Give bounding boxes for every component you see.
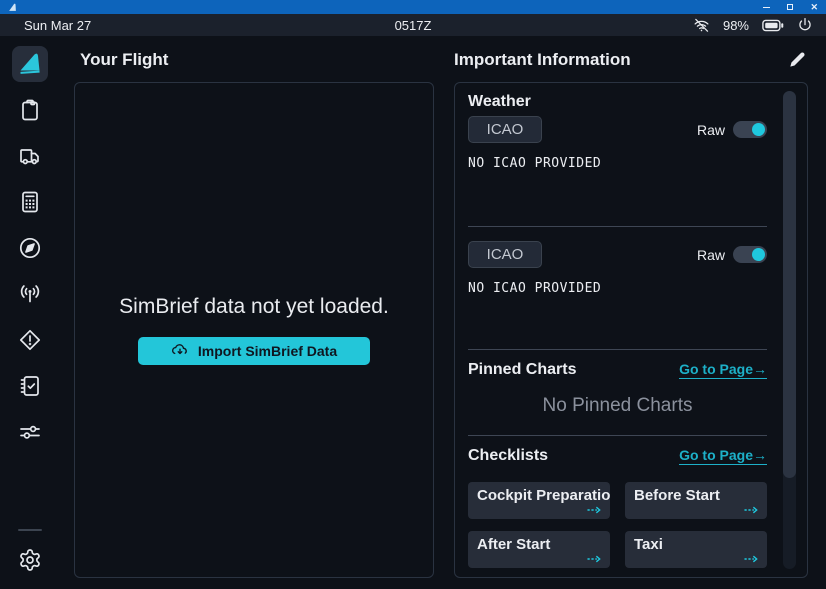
sidebar-item-ground[interactable] xyxy=(17,143,43,169)
separator xyxy=(468,226,767,227)
no-pinned-charts-message: No Pinned Charts xyxy=(468,395,767,417)
checklist-card-label: Before Start xyxy=(634,487,720,504)
power-icon[interactable] xyxy=(797,17,813,33)
cloud-download-icon xyxy=(171,342,189,360)
sidebar-item-performance[interactable] xyxy=(17,189,43,215)
sidebar-item-atc[interactable] xyxy=(17,281,43,307)
important-info-title: Important Information xyxy=(454,50,631,70)
checklist-card-label: Taxi xyxy=(634,536,663,553)
sliders-icon xyxy=(18,420,42,444)
raw-label-2: Raw xyxy=(697,247,725,263)
toggle-knob xyxy=(752,248,765,261)
pinned-charts-title: Pinned Charts xyxy=(468,361,576,379)
edit-pencil-icon[interactable] xyxy=(788,51,806,69)
checklists-goto-link[interactable]: Go to Page→ xyxy=(679,447,767,465)
separator xyxy=(468,435,767,436)
import-simbrief-label: Import SimBrief Data xyxy=(198,343,337,359)
battery-icon xyxy=(762,19,784,32)
separator xyxy=(468,349,767,350)
sidebar-item-checklists[interactable] xyxy=(17,373,43,399)
window-title-bar: ✕ xyxy=(0,0,826,14)
sidebar-item-navigation[interactable] xyxy=(17,235,43,261)
raw-toggle-2[interactable] xyxy=(733,246,767,263)
antenna-icon xyxy=(18,282,42,306)
close-button[interactable]: ✕ xyxy=(810,3,818,12)
pinned-charts-goto-link[interactable]: Go to Page→ xyxy=(679,361,767,379)
panel-scrollbar-thumb[interactable] xyxy=(783,91,796,478)
checklists-title: Checklists xyxy=(468,447,548,465)
battery-percentage: 98% xyxy=(723,18,749,33)
checklist-card-cockpit-preparation[interactable]: Cockpit Preparation xyxy=(468,482,610,519)
status-bar: Sun Mar 27 0517Z 98% xyxy=(0,14,826,36)
sidebar-item-dispatch[interactable] xyxy=(17,97,43,123)
sidebar-item-dashboard[interactable] xyxy=(12,46,48,82)
toggle-knob xyxy=(752,123,765,136)
maximize-button[interactable] xyxy=(787,4,793,10)
sidebar-nav xyxy=(0,36,60,589)
simbrief-empty-message: SimBrief data not yet loaded. xyxy=(119,295,389,319)
dashed-arrow-icon xyxy=(587,506,602,514)
clipboard-icon xyxy=(18,98,42,122)
checklist-card-taxi[interactable]: Taxi xyxy=(625,531,767,568)
wifi-off-icon xyxy=(693,17,710,34)
metar-message-2: NO ICAO PROVIDED xyxy=(468,281,767,296)
sidebar-divider xyxy=(18,529,42,531)
raw-toggle-1[interactable] xyxy=(733,121,767,138)
checklist-card-before-start[interactable]: Before Start xyxy=(625,482,767,519)
minimize-button[interactable] xyxy=(763,7,770,8)
checklist-card-label: Cockpit Preparation xyxy=(477,487,610,504)
dashed-arrow-icon xyxy=(587,555,602,563)
gear-icon xyxy=(18,548,42,572)
dashed-arrow-icon xyxy=(744,555,759,563)
calculator-icon xyxy=(18,190,42,214)
raw-label-1: Raw xyxy=(697,122,725,138)
sidebar-item-presets[interactable] xyxy=(17,419,43,445)
weather-title: Weather xyxy=(468,93,767,111)
panel-scrollbar[interactable] xyxy=(783,91,796,569)
important-info-panel: Weather Raw NO ICAO PROVIDED xyxy=(454,82,808,578)
your-flight-title: Your Flight xyxy=(74,46,434,74)
checklist-card-label: After Start xyxy=(477,536,550,553)
checklist-notebook-icon xyxy=(18,374,42,398)
flybywire-logo-icon xyxy=(18,52,42,76)
app-window-icon xyxy=(8,3,17,12)
checklist-card-after-start[interactable]: After Start xyxy=(468,531,610,568)
truck-icon xyxy=(18,144,42,168)
metar-message-1: NO ICAO PROVIDED xyxy=(468,156,767,171)
sidebar-item-settings[interactable] xyxy=(17,547,43,573)
failure-diamond-icon xyxy=(18,328,42,352)
status-date: Sun Mar 27 xyxy=(24,18,91,33)
icao-input-2[interactable] xyxy=(468,241,542,268)
import-simbrief-button[interactable]: Import SimBrief Data xyxy=(138,337,370,365)
compass-icon xyxy=(18,236,42,260)
dashed-arrow-icon xyxy=(744,506,759,514)
your-flight-panel: SimBrief data not yet loaded. Import Sim… xyxy=(74,82,434,578)
sidebar-item-failures[interactable] xyxy=(17,327,43,353)
icao-input-1[interactable] xyxy=(468,116,542,143)
